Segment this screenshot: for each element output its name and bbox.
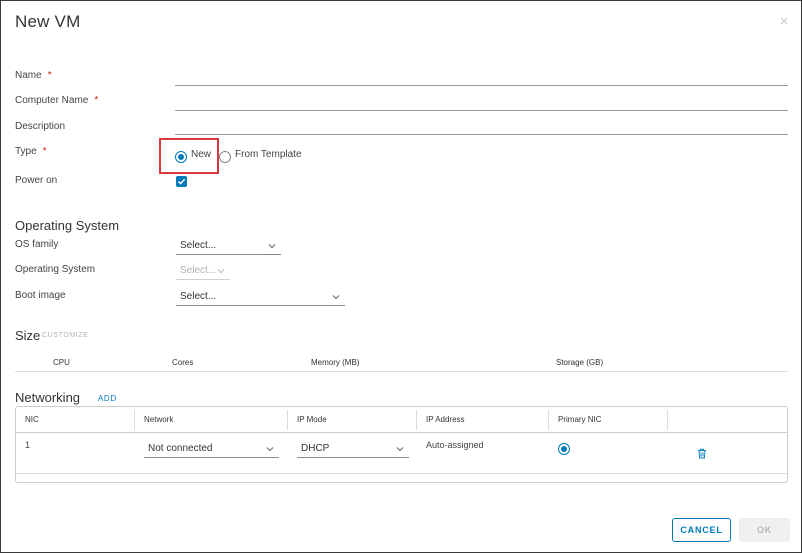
ip-address-cell: Auto-assigned — [426, 440, 484, 450]
os-family-select[interactable]: Select... — [176, 239, 281, 255]
ip-mode-value: DHCP — [301, 443, 330, 454]
required-mark: * — [42, 146, 47, 157]
computer-name-input[interactable] — [175, 95, 788, 111]
size-divider — [15, 371, 788, 372]
boot-image-label: Boot image — [15, 290, 66, 301]
operating-system-select: Select... — [176, 264, 230, 280]
os-family-label: OS family — [15, 239, 59, 250]
grid-col-ip-address: IP Address — [426, 415, 465, 424]
col-separator — [416, 410, 417, 430]
power-on-checkbox[interactable] — [176, 176, 187, 187]
add-network-link[interactable]: ADD — [98, 394, 117, 403]
ip-mode-select[interactable]: DHCP — [297, 442, 409, 458]
grid-col-ip-mode: IP Mode — [297, 415, 327, 424]
type-label-text: Type — [15, 146, 37, 157]
name-input[interactable] — [175, 70, 788, 86]
primary-nic-radio[interactable] — [558, 443, 570, 455]
type-from-template-label[interactable]: From Template — [235, 149, 302, 160]
trash-icon[interactable] — [697, 448, 707, 459]
chevron-down-icon — [266, 447, 274, 452]
col-separator — [287, 410, 288, 430]
networking-section-title: Networking — [15, 390, 81, 405]
chevron-down-icon — [332, 295, 340, 300]
col-separator — [548, 410, 549, 430]
close-icon[interactable]: × — [775, 13, 793, 31]
type-new-label[interactable]: New — [191, 149, 211, 160]
chevron-down-icon — [217, 269, 225, 274]
boot-image-select[interactable]: Select... — [176, 290, 345, 306]
networking-grid: NIC Network IP Mode IP Address Primary N… — [15, 406, 788, 483]
name-label: Name * — [15, 70, 52, 81]
name-label-text: Name — [15, 70, 42, 81]
computer-name-label-text: Computer Name — [15, 95, 89, 106]
nic-cell: 1 — [25, 440, 31, 450]
chevron-down-icon — [268, 244, 276, 249]
required-mark: * — [47, 70, 52, 81]
size-col-storage: Storage (GB) — [556, 358, 604, 367]
cancel-button[interactable]: CANCEL — [672, 518, 731, 542]
required-mark: * — [94, 95, 99, 106]
grid-col-nic: NIC — [25, 415, 39, 424]
boot-image-value: Select... — [180, 291, 217, 302]
os-section-title: Operating System — [15, 218, 120, 233]
network-select[interactable]: Not connected — [144, 442, 279, 458]
size-col-cores: Cores — [172, 358, 194, 367]
type-from-template-radio[interactable] — [219, 151, 231, 163]
size-col-cpu: CPU — [53, 358, 70, 367]
power-on-label: Power on — [15, 175, 58, 186]
grid-col-primary-nic: Primary NIC — [558, 415, 602, 424]
chevron-down-icon — [396, 447, 404, 452]
grid-footer-divider — [16, 473, 787, 474]
grid-col-network: Network — [144, 415, 174, 424]
operating-system-value: Select... — [180, 265, 217, 276]
type-new-radio[interactable] — [175, 151, 187, 163]
grid-header-divider — [16, 432, 787, 433]
dialog-title: New VM — [15, 12, 81, 31]
network-value: Not connected — [148, 443, 213, 454]
description-label: Description — [15, 121, 66, 132]
col-separator — [134, 410, 135, 430]
description-input[interactable] — [175, 119, 788, 135]
ok-button[interactable]: OK — [739, 518, 790, 542]
size-section-title: Size — [15, 328, 41, 343]
new-vm-dialog: New VM × Name * Computer Name * Descriptio… — [0, 0, 802, 553]
operating-system-label: Operating System — [15, 264, 96, 275]
size-col-memory: Memory (MB) — [311, 358, 360, 367]
check-icon — [177, 178, 186, 185]
col-separator — [667, 410, 668, 430]
computer-name-label: Computer Name * — [15, 95, 98, 106]
os-family-value: Select... — [180, 240, 217, 251]
customize-link[interactable]: CUSTOMIZE — [42, 332, 89, 339]
type-label: Type * — [15, 146, 47, 157]
